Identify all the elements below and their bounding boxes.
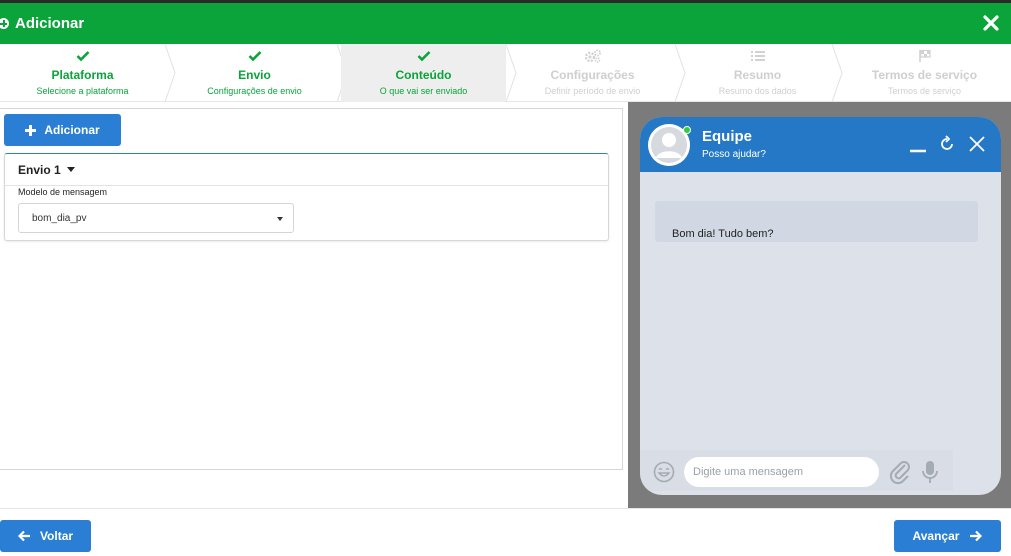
footer-divider [0,508,1011,509]
chat-close-icon[interactable] [966,133,988,155]
step-subtitle: Configurações de envio [207,86,302,96]
message-text: Bom dia! Tudo bem? [672,228,774,240]
check-icon [417,47,431,65]
step-subtitle: O que vai ser enviado [379,86,468,96]
step-title: Conteúdo [395,68,452,82]
plus-icon [25,124,37,136]
arrow-left-icon [17,530,30,542]
step-title: Termos de serviço [871,68,978,82]
modal-title: Adicionar [15,15,85,32]
step-envio[interactable]: Envio Configurações de envio [172,44,337,102]
step-title: Configurações [550,68,635,82]
back-button-label: Voltar [39,529,74,543]
template-label: Modelo de mensagem [18,187,108,197]
plus-circle-icon [0,18,9,29]
content-panel: Adicionar Envio 1 Modelo de mensagem bom… [0,108,623,470]
step-resumo[interactable]: Resumo Resumo dos dados [672,44,843,102]
chat-name: Equipe [702,128,753,145]
flag-icon [918,47,932,65]
caret-down-icon [277,217,283,221]
back-button[interactable]: Voltar [0,520,91,552]
gears-icon [584,47,602,65]
refresh-icon[interactable] [936,133,958,155]
minimize-icon[interactable] [907,133,929,155]
template-select[interactable]: bom_dia_pv [18,203,294,233]
step-subtitle: Selecione a plataforma [36,86,129,96]
next-button-label: Avançar [912,529,960,543]
step-title: Resumo [733,68,782,82]
wizard-stepper: Plataforma Selecione a plataforma Envio … [0,44,1011,102]
emoji-icon[interactable] [653,461,675,483]
microphone-icon[interactable] [919,459,941,485]
step-conteudo[interactable]: Conteúdo O que vai ser enviado [341,44,506,102]
next-button[interactable]: Avançar [894,520,1001,552]
online-status-dot [683,126,691,134]
list-icon [750,47,765,65]
step-title: Plataforma [51,68,114,82]
modal-header: Adicionar [0,3,1011,44]
modal-title-group: Adicionar [0,3,84,44]
check-icon [76,47,90,65]
arrow-right-icon [970,530,983,542]
chat-header: Equipe Posso ajudar? [640,117,1001,172]
step-title: Envio [238,68,271,82]
caret-down-icon [66,167,75,172]
step-subtitle: Resumo dos dados [718,86,797,96]
message-input[interactable]: Digite uma mensagem [684,457,879,487]
step-plataforma[interactable]: Plataforma Selecione a plataforma [0,44,165,102]
check-icon [248,47,262,65]
add-button-label: Adicionar [44,123,100,137]
step-subtitle: Termos de serviço [887,86,962,96]
attachment-icon[interactable] [888,459,912,485]
chat-subtitle: Posso ajudar? [702,149,766,160]
envio-card-toggle[interactable]: Envio 1 [5,154,608,186]
chat-widget-preview: Equipe Posso ajudar? Bom dia! Tudo bem? … [640,117,1001,495]
envio-title: Envio 1 [18,162,61,177]
step-subtitle: Definir período de envio [544,86,641,96]
add-button[interactable]: Adicionar [4,114,121,146]
step-configuracoes[interactable]: Configurações Definir período de envio [510,44,675,102]
message-bubble: Bom dia! Tudo bem? [655,201,978,242]
close-icon[interactable] [980,12,1002,34]
envio-card: Envio 1 Modelo de mensagem bom_dia_pv [4,153,609,241]
template-select-value: bom_dia_pv [32,212,87,224]
step-termos[interactable]: Termos de serviço Termos de serviço [838,44,1011,102]
